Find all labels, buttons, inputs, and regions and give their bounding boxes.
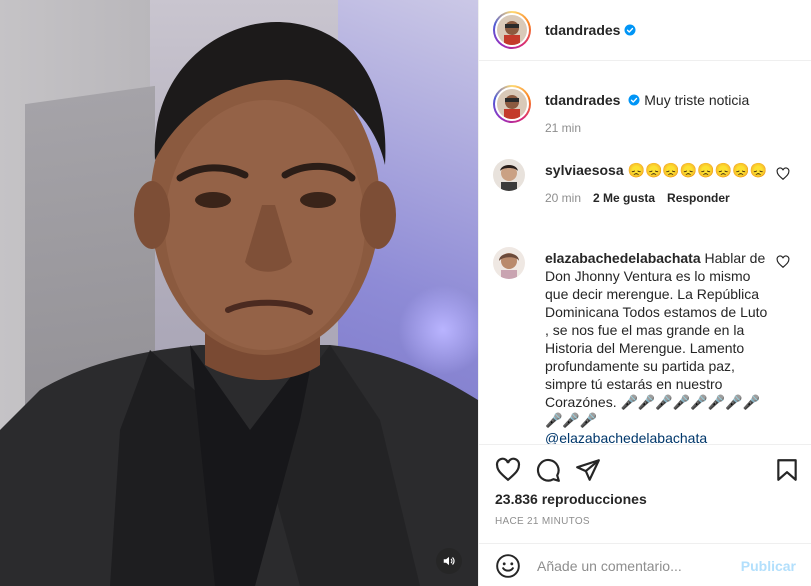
- verified-badge-icon: [628, 94, 640, 106]
- comments-list[interactable]: tdandrades Muy triste noticia 21 min syl…: [479, 61, 811, 444]
- speaker-icon: [443, 556, 455, 566]
- author-username[interactable]: tdandrades: [545, 22, 620, 38]
- commenter-avatar-image: [493, 247, 525, 279]
- commenter-avatar-image: [493, 159, 525, 191]
- share-direct-icon[interactable]: [575, 457, 601, 483]
- add-comment-bar: Publicar: [479, 543, 811, 586]
- like-comment-heart-icon[interactable]: [776, 167, 790, 181]
- verified-badge-icon: [624, 24, 636, 36]
- view-count[interactable]: 23.836 reproducciones: [495, 491, 647, 507]
- emoji-icon[interactable]: [495, 553, 521, 579]
- commenter-avatar[interactable]: [493, 247, 525, 279]
- comment-username[interactable]: sylviaesosa: [545, 162, 624, 178]
- caption-text: Muy triste noticia: [644, 92, 750, 108]
- comment-text: 😞😞😞😞😞😞😞😞: [627, 162, 767, 178]
- publish-button[interactable]: Publicar: [741, 558, 796, 574]
- post-sidebar: tdandrades tdandrades Muy triste noticia…: [478, 0, 811, 586]
- post-header: tdandrades: [479, 0, 811, 61]
- caption-username[interactable]: tdandrades: [545, 92, 620, 108]
- comment-username[interactable]: elazabachedelabachata: [545, 250, 701, 266]
- caption-avatar-image: [497, 89, 527, 119]
- reply-button[interactable]: Responder: [667, 189, 730, 207]
- comment-text: Hablar de Don Jhonny Ventura es lo mismo…: [545, 250, 768, 428]
- audio-toggle-button[interactable]: [436, 548, 462, 574]
- post-actions: 23.836 reproducciones HACE 21 MINUTOS Pu…: [479, 444, 811, 586]
- author-avatar[interactable]: [493, 11, 531, 49]
- save-bookmark-icon[interactable]: [774, 457, 800, 483]
- comment-bubble-icon[interactable]: [535, 457, 561, 483]
- comment-likes[interactable]: 2 Me gusta: [593, 189, 655, 207]
- like-heart-icon[interactable]: [495, 457, 521, 483]
- caption-time[interactable]: 21 min: [545, 119, 581, 137]
- author-avatar-image: [497, 15, 527, 45]
- comment-input[interactable]: [537, 557, 737, 574]
- comment-mention-link[interactable]: @elazabachedelabachata: [545, 430, 707, 444]
- comment-time[interactable]: 20 min: [545, 189, 581, 207]
- post-timestamp[interactable]: HACE 21 MINUTOS: [495, 516, 590, 527]
- caption-author-avatar[interactable]: [493, 85, 531, 123]
- video-player[interactable]: [0, 0, 478, 586]
- commenter-avatar[interactable]: [493, 159, 525, 191]
- video-frame-person: [0, 21, 478, 586]
- like-comment-heart-icon[interactable]: [776, 255, 790, 269]
